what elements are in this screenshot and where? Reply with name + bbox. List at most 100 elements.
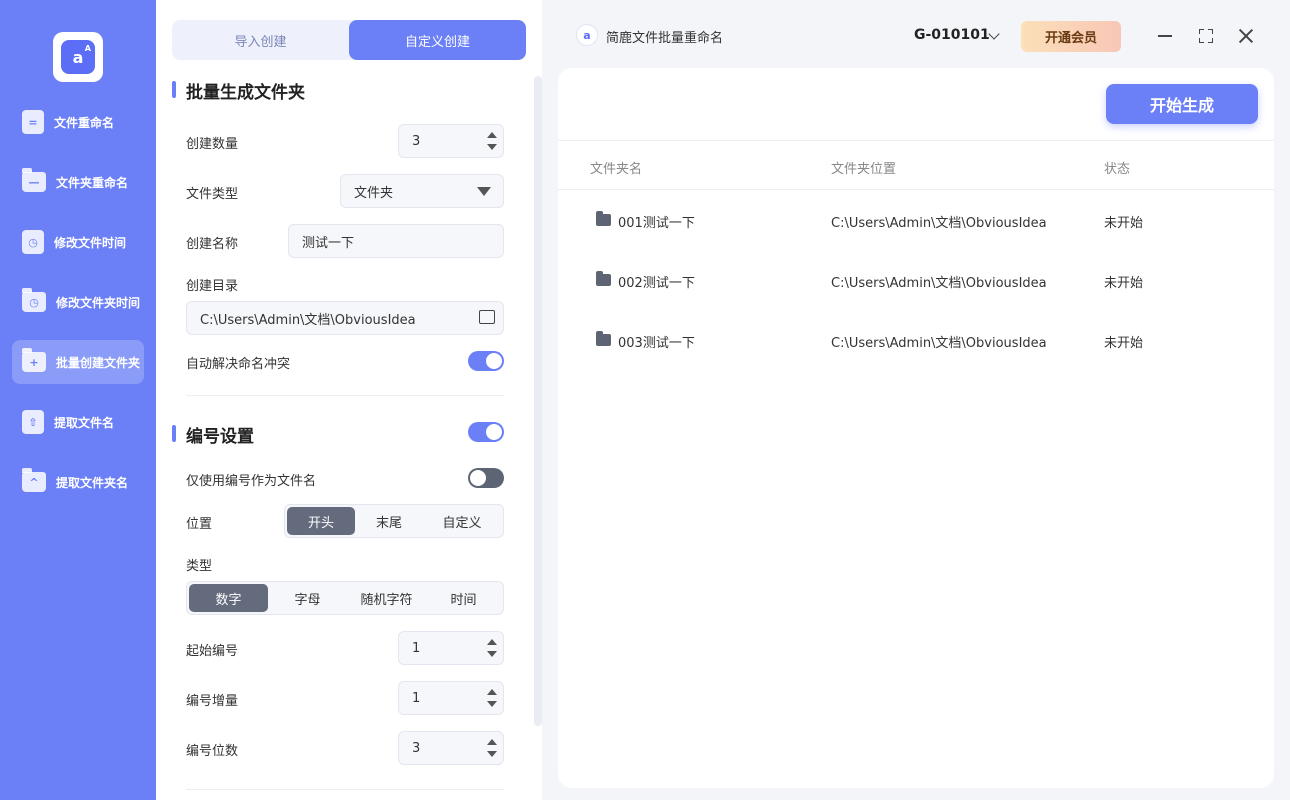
dir-label: 创建目录 — [186, 279, 239, 294]
digits-label: 编号位数 — [186, 744, 239, 759]
logo-letter-small: A — [84, 44, 91, 53]
start-number-stepper[interactable]: 1 — [398, 631, 504, 665]
step-value: 1 — [412, 690, 421, 706]
dropdown-arrow-icon — [477, 187, 491, 196]
table-row[interactable]: 003测试一下 C:\Users\Admin\文档\ObviousIdea 未开… — [558, 310, 1274, 370]
sidebar-item-label: 提取文件夹名 — [56, 475, 129, 490]
app-logo: a A — [53, 32, 103, 82]
minimize-icon[interactable] — [1158, 35, 1172, 37]
file-clock-icon: ◷ — [22, 230, 44, 254]
folder-upload-icon: ^ — [22, 468, 46, 492]
folder-open-icon[interactable] — [479, 310, 495, 324]
stepper-arrows-icon[interactable] — [487, 687, 497, 709]
dir-value: C:\Users\Admin\文档\ObviousIdea — [200, 312, 416, 328]
section-divider — [186, 789, 504, 790]
row-folder-path: C:\Users\Admin\文档\ObviousIdea — [831, 276, 1047, 291]
app-logo-icon: a A — [61, 40, 95, 74]
account-name[interactable]: G-010101 — [914, 27, 990, 43]
position-option-start[interactable]: 开头 — [287, 507, 355, 535]
dir-input[interactable]: C:\Users\Admin\文档\ObviousIdea — [186, 301, 504, 335]
sidebar-nav: = 文件重命名 — 文件夹重命名 ◷ 修改文件时间 ◷ 修改文件夹时间 + 批量… — [12, 100, 144, 520]
count-stepper[interactable]: 3 — [398, 124, 504, 158]
folder-icon — [596, 211, 611, 226]
sidebar-item-label: 提取文件名 — [54, 415, 115, 430]
step-stepper[interactable]: 1 — [398, 681, 504, 715]
row-status: 未开始 — [1104, 216, 1144, 231]
type-option-time[interactable]: 时间 — [426, 584, 501, 612]
column-header-location: 文件夹位置 — [831, 162, 897, 177]
section-divider — [186, 395, 504, 396]
type-label: 文件类型 — [186, 187, 239, 202]
row-folder-path: C:\Users\Admin\文档\ObviousIdea — [831, 336, 1047, 351]
table-row[interactable]: 002测试一下 C:\Users\Admin\文档\ObviousIdea 未开… — [558, 250, 1274, 310]
sidebar-item-label: 修改文件夹时间 — [56, 295, 141, 310]
start-generate-button[interactable]: 开始生成 — [1106, 84, 1258, 124]
sidebar-item-extract-filename[interactable]: ⇧ 提取文件名 — [12, 400, 144, 444]
folder-add-icon: + — [22, 348, 46, 372]
stepper-arrows-icon[interactable] — [487, 130, 497, 152]
tab-custom-create[interactable]: 自定义创建 — [349, 20, 526, 60]
file-icon: = — [22, 110, 44, 134]
file-type-value: 文件夹 — [354, 185, 394, 201]
name-label: 创建名称 — [186, 237, 239, 252]
sidebar-item-file-rename[interactable]: = 文件重命名 — [12, 100, 144, 144]
column-header-name: 文件夹名 — [590, 162, 643, 177]
sidebar-item-extract-foldername[interactable]: ^ 提取文件夹名 — [12, 460, 144, 504]
numbering-toggle[interactable] — [468, 422, 504, 442]
number-type-segmented: 数字 字母 随机字符 时间 — [186, 581, 504, 615]
sidebar-item-label: 文件夹重命名 — [56, 175, 129, 190]
number-type-label: 类型 — [186, 559, 213, 574]
row-folder-path: C:\Users\Admin\文档\ObviousIdea — [831, 216, 1047, 231]
type-option-number[interactable]: 数字 — [189, 584, 268, 612]
count-label: 创建数量 — [186, 137, 239, 152]
logo-letter: a — [72, 47, 84, 67]
file-upload-icon: ⇧ — [22, 410, 44, 434]
card-divider — [558, 140, 1274, 141]
row-folder-name: 002测试一下 — [618, 276, 695, 291]
maximize-icon[interactable] — [1199, 29, 1213, 43]
step-label: 编号增量 — [186, 694, 239, 709]
folder-icon — [596, 271, 611, 286]
table-row[interactable]: 001测试一下 C:\Users\Admin\文档\ObviousIdea 未开… — [558, 190, 1274, 250]
name-value: 测试一下 — [302, 235, 355, 251]
vip-button[interactable]: 开通会员 — [1021, 21, 1121, 52]
chevron-down-icon[interactable] — [988, 28, 1000, 40]
app-icon: a — [576, 24, 598, 46]
digits-stepper[interactable]: 3 — [398, 731, 504, 765]
position-option-custom[interactable]: 自定义 — [423, 507, 501, 535]
sidebar-item-label: 修改文件时间 — [54, 235, 127, 250]
column-header-status: 状态 — [1104, 162, 1131, 177]
type-option-letter[interactable]: 字母 — [268, 584, 347, 612]
start-number-value: 1 — [412, 640, 421, 656]
digits-value: 3 — [412, 740, 421, 756]
title-bar: a 简鹿文件批量重命名 G-010101 开通会员 — [542, 0, 1290, 68]
sidebar-item-file-time[interactable]: ◷ 修改文件时间 — [12, 220, 144, 264]
row-folder-name: 001测试一下 — [618, 216, 695, 231]
sidebar-item-folder-rename[interactable]: — 文件夹重命名 — [12, 160, 144, 204]
only-number-label: 仅使用编号作为文件名 — [186, 474, 317, 489]
conflict-toggle[interactable] — [468, 351, 504, 371]
close-icon[interactable] — [1237, 27, 1255, 45]
only-number-toggle[interactable] — [468, 468, 504, 488]
type-option-random[interactable]: 随机字符 — [347, 584, 426, 612]
name-input[interactable]: 测试一下 — [288, 224, 504, 258]
row-status: 未开始 — [1104, 336, 1144, 351]
position-label: 位置 — [186, 517, 213, 532]
row-folder-name: 003测试一下 — [618, 336, 695, 351]
sidebar-item-batch-create-folder[interactable]: + 批量创建文件夹 — [12, 340, 144, 384]
stepper-arrows-icon[interactable] — [487, 637, 497, 659]
count-value: 3 — [412, 133, 421, 149]
folder-icon — [596, 331, 611, 346]
section-title-batch: 批量生成文件夹 — [172, 78, 305, 103]
position-option-end[interactable]: 末尾 — [355, 507, 423, 535]
sidebar-item-folder-time[interactable]: ◷ 修改文件夹时间 — [12, 280, 144, 324]
folder-icon: — — [22, 168, 46, 192]
file-type-select[interactable]: 文件夹 — [340, 174, 504, 208]
stepper-arrows-icon[interactable] — [487, 737, 497, 759]
panel-scrollbar[interactable] — [534, 76, 542, 726]
position-segmented: 开头 末尾 自定义 — [284, 504, 504, 538]
sidebar: a A = 文件重命名 — 文件夹重命名 ◷ 修改文件时间 ◷ 修改文件夹时间 … — [0, 0, 156, 800]
results-card: 开始生成 文件夹名 文件夹位置 状态 001测试一下 C:\Users\Admi… — [558, 68, 1274, 788]
tab-import-create[interactable]: 导入创建 — [172, 20, 349, 60]
conflict-label: 自动解决命名冲突 — [186, 357, 291, 372]
